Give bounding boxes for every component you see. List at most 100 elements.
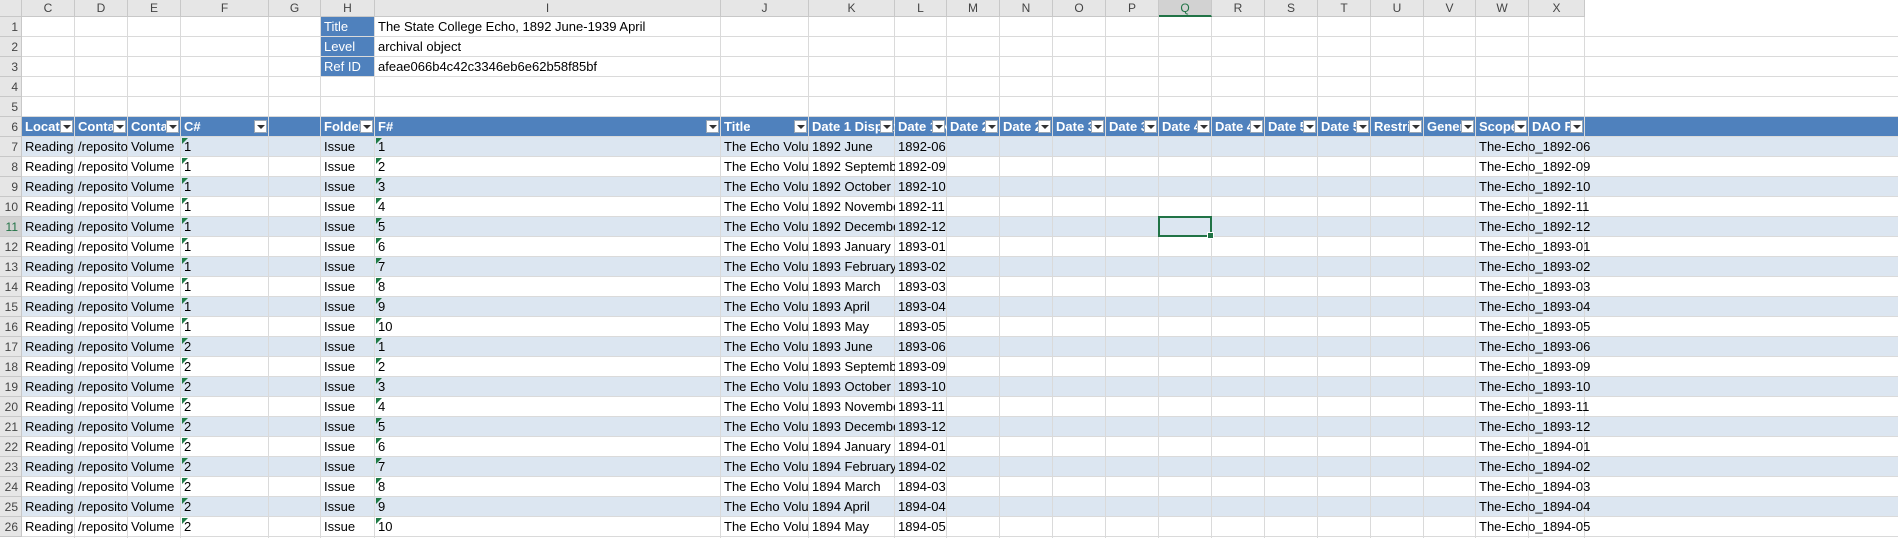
- metadata-label[interactable]: Ref ID: [321, 57, 374, 76]
- location-cell[interactable]: Reading R: [22, 297, 75, 317]
- date-normalized-cell[interactable]: 1893-12: [895, 417, 947, 437]
- table-header-cell[interactable]: C#: [181, 117, 269, 137]
- folder-cell[interactable]: Issue: [321, 197, 375, 217]
- filter-dropdown-icon[interactable]: [113, 120, 126, 133]
- folder-number-cell[interactable]: 7: [375, 457, 721, 477]
- filter-dropdown-icon[interactable]: [166, 120, 179, 133]
- table-header-cell[interactable]: Date 4: [1212, 117, 1265, 137]
- filter-dropdown-icon[interactable]: [1303, 120, 1316, 133]
- container-type-cell[interactable]: Volume: [128, 317, 181, 337]
- container-path-cell[interactable]: /repositor: [75, 397, 128, 417]
- container-path-cell[interactable]: /repositor: [75, 417, 128, 437]
- location-cell[interactable]: Reading R: [22, 357, 75, 377]
- metadata-value[interactable]: The State College Echo, 1892 June-1939 A…: [375, 17, 721, 37]
- container-type-cell[interactable]: Volume: [128, 217, 181, 237]
- title-cell[interactable]: The Echo Volume 2 Number 9: [721, 497, 809, 517]
- title-cell[interactable]: The Echo Volume 2 Number 6: [721, 437, 809, 457]
- container-number-cell[interactable]: 2: [181, 397, 269, 417]
- date-normalized-cell[interactable]: 1893-09: [895, 357, 947, 377]
- container-number-cell[interactable]: 1: [181, 197, 269, 217]
- title-cell[interactable]: The Echo Volume 1 Number 4: [721, 197, 809, 217]
- filter-dropdown-icon[interactable]: [932, 120, 945, 133]
- folder-cell[interactable]: Issue: [321, 497, 375, 517]
- row-header-8[interactable]: 8: [0, 157, 22, 177]
- container-path-cell[interactable]: /repositor: [75, 457, 128, 477]
- row-header-6[interactable]: 6: [0, 117, 22, 137]
- folder-number-cell[interactable]: 7: [375, 257, 721, 277]
- folder-cell[interactable]: Issue: [321, 177, 375, 197]
- row-header-26[interactable]: 26: [0, 517, 22, 537]
- container-type-cell[interactable]: Volume: [128, 157, 181, 177]
- container-number-cell[interactable]: 1: [181, 217, 269, 237]
- row-header-11[interactable]: 11: [0, 217, 22, 237]
- folder-cell[interactable]: Issue: [321, 397, 375, 417]
- folder-number-cell[interactable]: 6: [375, 237, 721, 257]
- location-cell[interactable]: Reading R: [22, 457, 75, 477]
- dao-filename-cell[interactable]: The-Echo_1894-01: [1476, 437, 1898, 457]
- title-cell[interactable]: The Echo Volume 1 Number 8: [721, 277, 809, 297]
- metadata-value[interactable]: archival object: [375, 37, 721, 57]
- table-header-cell[interactable]: Date 5: [1318, 117, 1371, 137]
- column-header-p[interactable]: P: [1106, 0, 1159, 17]
- container-number-cell[interactable]: 2: [181, 357, 269, 377]
- row-header-3[interactable]: 3: [0, 57, 22, 77]
- column-header-n[interactable]: N: [1000, 0, 1053, 17]
- row-header-15[interactable]: 15: [0, 297, 22, 317]
- folder-cell[interactable]: Issue: [321, 257, 375, 277]
- date-normalized-cell[interactable]: 1894-01: [895, 437, 947, 457]
- container-path-cell[interactable]: /repositor: [75, 137, 128, 157]
- folder-cell[interactable]: Issue: [321, 217, 375, 237]
- filter-dropdown-icon[interactable]: [60, 120, 73, 133]
- table-header-cell[interactable]: Date 3: [1053, 117, 1106, 137]
- row-header-20[interactable]: 20: [0, 397, 22, 417]
- title-cell[interactable]: The Echo Volume 1 Number 7: [721, 257, 809, 277]
- column-header-s[interactable]: S: [1265, 0, 1318, 17]
- folder-number-cell[interactable]: 10: [375, 517, 721, 537]
- container-path-cell[interactable]: /repositor: [75, 357, 128, 377]
- row-header-17[interactable]: 17: [0, 337, 22, 357]
- column-header-d[interactable]: D: [75, 0, 128, 17]
- row-header-12[interactable]: 12: [0, 237, 22, 257]
- container-type-cell[interactable]: Volume: [128, 437, 181, 457]
- row-header-2[interactable]: 2: [0, 37, 22, 57]
- location-cell[interactable]: Reading R: [22, 397, 75, 417]
- folder-cell[interactable]: Issue: [321, 297, 375, 317]
- dao-filename-cell[interactable]: The-Echo_1893-01: [1476, 237, 1898, 257]
- column-header-j[interactable]: J: [721, 0, 809, 17]
- title-cell[interactable]: The Echo Volume 1 Number 9: [721, 297, 809, 317]
- container-type-cell[interactable]: Volume: [128, 457, 181, 477]
- date-display-cell[interactable]: 1892 November: [809, 197, 895, 217]
- container-path-cell[interactable]: /repositor: [75, 517, 128, 537]
- date-display-cell[interactable]: 1893 March: [809, 277, 895, 297]
- container-number-cell[interactable]: 2: [181, 337, 269, 357]
- row-header-25[interactable]: 25: [0, 497, 22, 517]
- container-number-cell[interactable]: 1: [181, 257, 269, 277]
- folder-cell[interactable]: Issue: [321, 517, 375, 537]
- table-header-cell[interactable]: Contair: [75, 117, 128, 137]
- date-display-cell[interactable]: 1892 October: [809, 177, 895, 197]
- container-number-cell[interactable]: 2: [181, 457, 269, 477]
- date-normalized-cell[interactable]: 1893-05: [895, 317, 947, 337]
- container-path-cell[interactable]: /repositor: [75, 477, 128, 497]
- folder-cell[interactable]: Issue: [321, 137, 375, 157]
- column-header-q[interactable]: Q: [1159, 0, 1212, 17]
- column-header-r[interactable]: R: [1212, 0, 1265, 17]
- column-header-l[interactable]: L: [895, 0, 947, 17]
- folder-number-cell[interactable]: 8: [375, 277, 721, 297]
- column-header-c[interactable]: C: [22, 0, 75, 17]
- row-header-1[interactable]: 1: [0, 17, 22, 37]
- container-type-cell[interactable]: Volume: [128, 237, 181, 257]
- location-cell[interactable]: Reading R: [22, 217, 75, 237]
- date-display-cell[interactable]: 1893 September: [809, 357, 895, 377]
- folder-number-cell[interactable]: 5: [375, 217, 721, 237]
- date-display-cell[interactable]: 1893 January: [809, 237, 895, 257]
- dao-filename-cell[interactable]: The-Echo_1893-06: [1476, 337, 1898, 357]
- location-cell[interactable]: Reading R: [22, 477, 75, 497]
- container-path-cell[interactable]: /repositor: [75, 177, 128, 197]
- container-type-cell[interactable]: Volume: [128, 477, 181, 497]
- table-header-cell[interactable]: Date 5: [1265, 117, 1318, 137]
- dao-filename-cell[interactable]: The-Echo_1893-03: [1476, 277, 1898, 297]
- filter-dropdown-icon[interactable]: [706, 120, 719, 133]
- title-cell[interactable]: The Echo Volume 2 Number 4: [721, 397, 809, 417]
- row-header-24[interactable]: 24: [0, 477, 22, 497]
